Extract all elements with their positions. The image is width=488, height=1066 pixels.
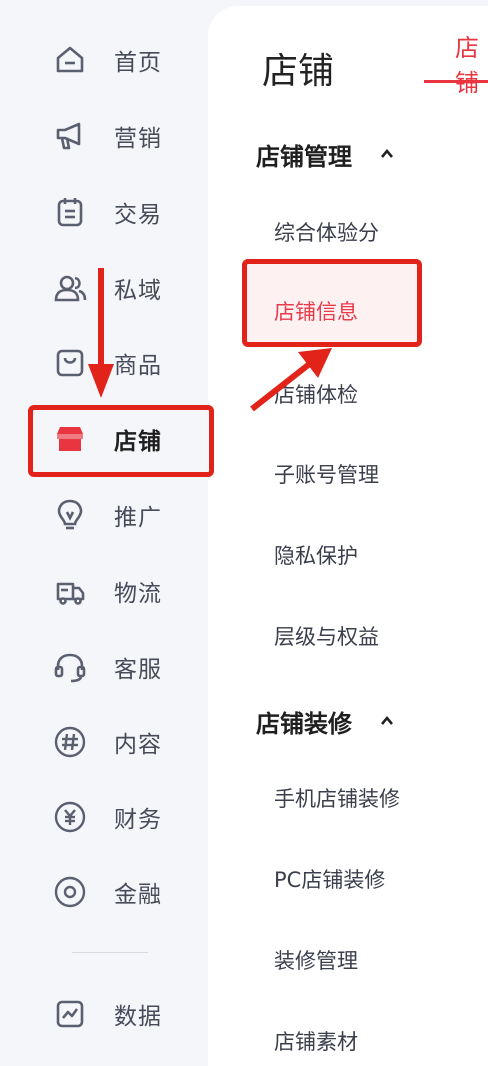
- nav-item-label: 营销: [114, 126, 162, 152]
- nav-item-label: 交易: [114, 202, 162, 228]
- nav-item-logistics[interactable]: 物流: [50, 571, 162, 611]
- nav-item-home[interactable]: 首页: [50, 40, 162, 80]
- nav-item-fintech[interactable]: 金融: [50, 872, 162, 912]
- nav-item-label: 私域: [114, 278, 162, 304]
- nav-item-private-domain[interactable]: 私域: [50, 268, 162, 308]
- annotation-box-store-info: [242, 259, 422, 347]
- tab-active-underline: [424, 80, 488, 83]
- nav-divider: [72, 952, 148, 953]
- chart-icon: [50, 994, 90, 1034]
- page-title: 店铺: [262, 51, 335, 92]
- tab-store[interactable]: 店铺: [455, 28, 488, 98]
- nav-item-goods[interactable]: 商品: [50, 343, 162, 383]
- submenu-item[interactable]: 综合体验分: [274, 217, 379, 247]
- nav-item-data[interactable]: 数据: [50, 994, 162, 1034]
- submenu-item[interactable]: 隐私保护: [274, 540, 358, 570]
- home-icon: [50, 40, 90, 80]
- hash-icon: [50, 722, 90, 762]
- chevron-up-icon: [381, 148, 393, 158]
- coin-icon: [50, 872, 90, 912]
- nav-item-finance[interactable]: 财务: [50, 797, 162, 837]
- submenu-item[interactable]: 手机店铺装修: [274, 783, 400, 813]
- nav-item-label: 首页: [114, 50, 162, 76]
- section-header-store-management[interactable]: 店铺管理: [256, 137, 396, 171]
- users-icon: [50, 268, 90, 308]
- megaphone-icon: [50, 116, 90, 156]
- bag-icon: [50, 343, 90, 383]
- yuan-icon: [50, 797, 90, 837]
- nav-item-label: 数据: [114, 1004, 162, 1030]
- nav-item-label: 推广: [114, 505, 162, 531]
- nav-item-label: 客服: [114, 657, 162, 683]
- nav-item-label: 财务: [114, 807, 162, 833]
- nav-item-promotion[interactable]: 推广: [50, 495, 162, 535]
- truck-icon: [50, 571, 90, 611]
- nav-item-content[interactable]: 内容: [50, 722, 162, 762]
- annotation-box-store-nav: [28, 405, 214, 477]
- nav-item-label: 金融: [114, 882, 162, 908]
- submenu-item[interactable]: 店铺体检: [274, 379, 358, 409]
- headset-icon: [50, 647, 90, 687]
- submenu-item[interactable]: PC店铺装修: [274, 864, 385, 894]
- nav-item-label: 商品: [114, 353, 162, 379]
- section-title: 店铺装修: [256, 709, 352, 738]
- nav-item-label: 内容: [114, 732, 162, 758]
- nav-item-trade[interactable]: 交易: [50, 192, 162, 232]
- nav-item-label: 物流: [114, 581, 162, 607]
- section-title: 店铺管理: [256, 142, 352, 171]
- nav-item-marketing[interactable]: 营销: [50, 116, 162, 156]
- bulb-icon: [50, 495, 90, 535]
- submenu-item[interactable]: 装修管理: [274, 945, 358, 975]
- submenu-item[interactable]: 店铺素材: [274, 1026, 358, 1056]
- submenu-item[interactable]: 子账号管理: [274, 459, 379, 489]
- clipboard-icon: [50, 192, 90, 232]
- nav-item-customer-service[interactable]: 客服: [50, 647, 162, 687]
- chevron-up-icon: [381, 715, 393, 725]
- submenu-item[interactable]: 层级与权益: [274, 621, 379, 651]
- section-header-store-decoration[interactable]: 店铺装修: [256, 704, 396, 738]
- side-nav: 首页 营销 交易 私域 商品 店铺 推广 物流 客服 内容 财务 金融 数据: [0, 0, 210, 1044]
